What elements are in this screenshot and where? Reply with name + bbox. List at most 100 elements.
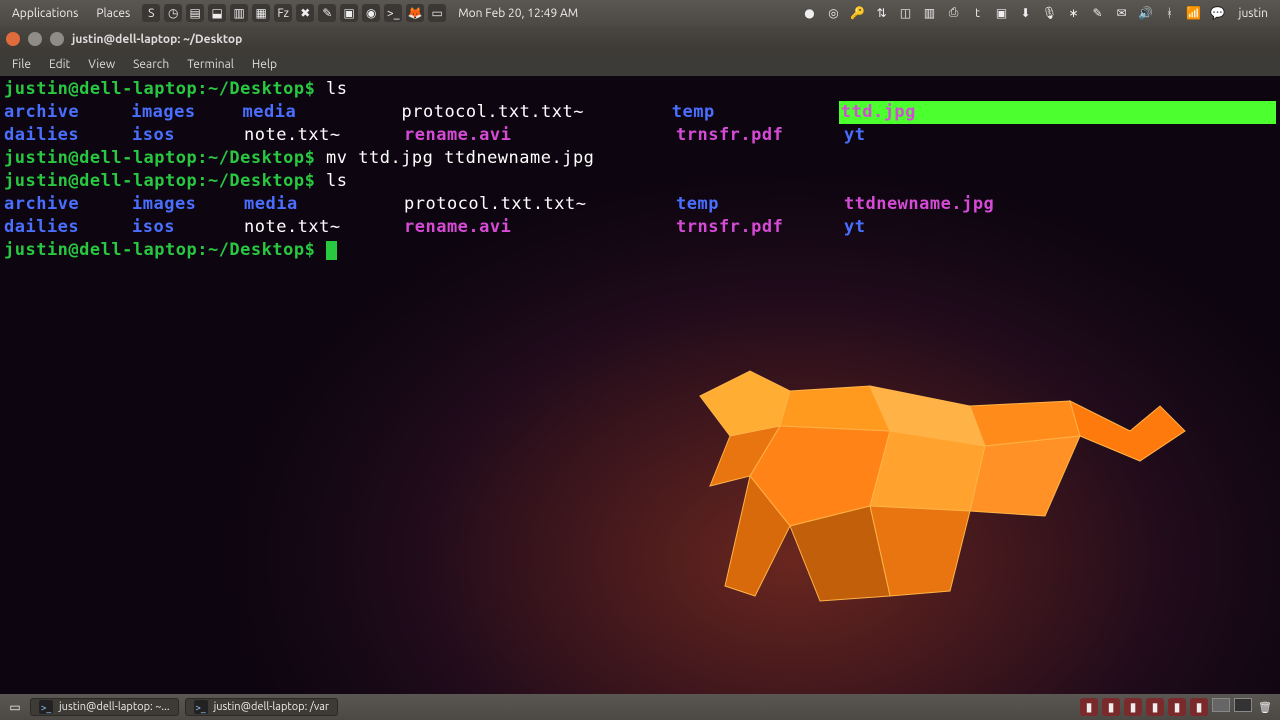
window-title: justin@dell-laptop: ~/Desktop [72, 33, 242, 46]
edit-icon[interactable]: ✎ [1089, 4, 1107, 22]
terminal-command: ls [326, 170, 347, 193]
printer-icon[interactable]: ⎙ [945, 4, 963, 22]
ls-entry: dailies [4, 216, 132, 239]
menu-file[interactable]: File [4, 56, 39, 73]
app6-icon[interactable]: ▮ [1190, 698, 1208, 716]
terminal-prompt: justin@dell-laptop:~/Desktop$ [4, 78, 326, 101]
ls-entry: yt [844, 216, 934, 239]
taskbar: >_ justin@dell-laptop: ~... >_ justin@dell-… [30, 698, 338, 716]
system-tray: ● ◎ 🔑 ⇅ ◫ ▥ ⎙ t ▣ ⬇ 🎙 ∗ ✎ ✉ 🔊 ᚼ 📶 💬 justin [801, 4, 1274, 22]
app-icon[interactable]: ◫ [897, 4, 915, 22]
ls-entry: images [132, 193, 244, 216]
ls-entry: isos [132, 124, 244, 147]
keepass-icon[interactable]: 🔑 [849, 4, 867, 22]
folder-icon[interactable]: ▣ [340, 4, 358, 22]
doc-icon[interactable]: ▥ [921, 4, 939, 22]
ls-entry: images [131, 101, 242, 124]
ls-entry: media [244, 193, 404, 216]
menu-edit[interactable]: Edit [41, 56, 78, 73]
applications-menu[interactable]: Applications [6, 7, 84, 20]
ls-entry: media [243, 101, 402, 124]
ls-entry: trnsfr.pdf [676, 124, 844, 147]
bottom-panel: ▭ >_ justin@dell-laptop: ~... >_ justin@del… [0, 694, 1280, 720]
monitor-icon[interactable]: ▤ [186, 4, 204, 22]
user-menu[interactable]: justin [1233, 7, 1274, 20]
app1-icon[interactable]: ▮ [1080, 698, 1098, 716]
terminal-menubar: FileEditViewSearchTerminalHelp [0, 52, 1280, 76]
places-menu[interactable]: Places [90, 7, 136, 20]
show-desktop-icon[interactable]: ▭ [6, 698, 24, 716]
volume-icon[interactable]: 🔊 [1137, 4, 1155, 22]
taskbar-window-button[interactable]: >_ justin@dell-laptop: /var [185, 698, 338, 716]
app5-icon[interactable]: ▮ [1168, 698, 1186, 716]
taskbar-window-button[interactable]: >_ justin@dell-laptop: ~... [30, 698, 179, 716]
dropbox-icon[interactable]: ⬓ [208, 4, 226, 22]
bluetooth-icon[interactable]: ∗ [1065, 4, 1083, 22]
terminal-viewport[interactable]: justin@dell-laptop:~/Desktop$ lsarchivei… [0, 76, 1280, 694]
quick-launch: S◷▤⬓▥▦Fz✖✎▣◉>_🦊▭ [142, 4, 446, 22]
chat-icon[interactable]: 💬 [1209, 4, 1227, 22]
clock-icon[interactable]: ◷ [164, 4, 182, 22]
trash-icon[interactable]: 🗑 [1256, 698, 1274, 716]
terminal-prompt: justin@dell-laptop:~/Desktop$ [4, 147, 326, 170]
download-icon[interactable]: ⬇ [1017, 4, 1035, 22]
terminal-icon[interactable]: >_ [384, 4, 402, 22]
ls-entry: ttd.jpg [839, 101, 1276, 124]
ls-entry: protocol.txt.txt~ [402, 101, 672, 124]
document-icon[interactable]: ▥ [230, 4, 248, 22]
app4-icon[interactable]: ▮ [1146, 698, 1164, 716]
ls-entry: archive [4, 193, 132, 216]
workspace-1[interactable] [1212, 698, 1230, 712]
ls-entry: isos [132, 216, 244, 239]
transmission-icon[interactable]: ✖ [296, 4, 314, 22]
mic-icon[interactable]: 🎙 [1041, 4, 1059, 22]
app2-icon[interactable]: ▮ [1102, 698, 1120, 716]
notes-icon[interactable]: ✎ [318, 4, 336, 22]
filezilla-icon[interactable]: Fz [274, 4, 292, 22]
ls-entry: ttdnewname.jpg [844, 193, 994, 216]
ls-entry: trnsfr.pdf [676, 216, 844, 239]
mail-icon[interactable]: ✉ [1113, 4, 1131, 22]
menu-help[interactable]: Help [244, 56, 285, 73]
ls-entry: protocol.txt.txt~ [404, 193, 676, 216]
terminal-output[interactable]: justin@dell-laptop:~/Desktop$ lsarchivei… [0, 76, 1280, 694]
bt-icon[interactable]: ᚼ [1161, 4, 1179, 22]
terminal-prompt: justin@dell-laptop:~/Desktop$ [4, 239, 326, 262]
window-titlebar[interactable]: justin@dell-laptop: ~/Desktop [0, 26, 1280, 52]
menu-search[interactable]: Search [125, 56, 177, 73]
menu-view[interactable]: View [80, 56, 123, 73]
terminal-cursor [326, 241, 337, 260]
window-close-button[interactable] [6, 32, 20, 46]
workspace-2[interactable] [1234, 698, 1252, 712]
ls-entry: yt [844, 124, 934, 147]
chrome-icon[interactable]: ◉ [362, 4, 380, 22]
window-minimize-button[interactable] [28, 32, 42, 46]
ls-entry: temp [672, 101, 839, 124]
ls-entry: rename.avi [404, 216, 676, 239]
menu-terminal[interactable]: Terminal [179, 56, 242, 73]
terminal-command: mv ttd.jpg ttdnewname.jpg [326, 147, 594, 170]
terminal-icon: >_ [39, 700, 53, 714]
taskbar-window-label: justin@dell-laptop: ~... [59, 701, 170, 713]
ls-entry: archive [4, 101, 131, 124]
bottom-right-tray: ▮▮▮▮▮▮ 🗑 [1080, 698, 1274, 716]
wifi-icon[interactable]: 📶 [1185, 4, 1203, 22]
ls-entry: dailies [4, 124, 132, 147]
chromium-icon[interactable]: ◎ [825, 4, 843, 22]
terminal-icon: >_ [194, 700, 208, 714]
terminal-prompt: justin@dell-laptop:~/Desktop$ [4, 170, 326, 193]
firefox-icon[interactable]: 🦊 [406, 4, 424, 22]
twitter-icon[interactable]: t [969, 4, 987, 22]
taskbar-window-label: justin@dell-laptop: /var [214, 701, 329, 713]
ls-entry: note.txt~ [244, 216, 404, 239]
folder-icon[interactable]: ▣ [993, 4, 1011, 22]
app3-icon[interactable]: ▮ [1124, 698, 1142, 716]
skype-icon[interactable]: S [142, 4, 160, 22]
desktop-icon[interactable]: ▭ [428, 4, 446, 22]
ls-entry: note.txt~ [244, 124, 404, 147]
network-icon[interactable]: ⇅ [873, 4, 891, 22]
record-icon[interactable]: ● [801, 4, 819, 22]
files-icon[interactable]: ▦ [252, 4, 270, 22]
clock[interactable]: Mon Feb 20, 12:49 AM [452, 7, 584, 20]
window-maximize-button[interactable] [50, 32, 64, 46]
